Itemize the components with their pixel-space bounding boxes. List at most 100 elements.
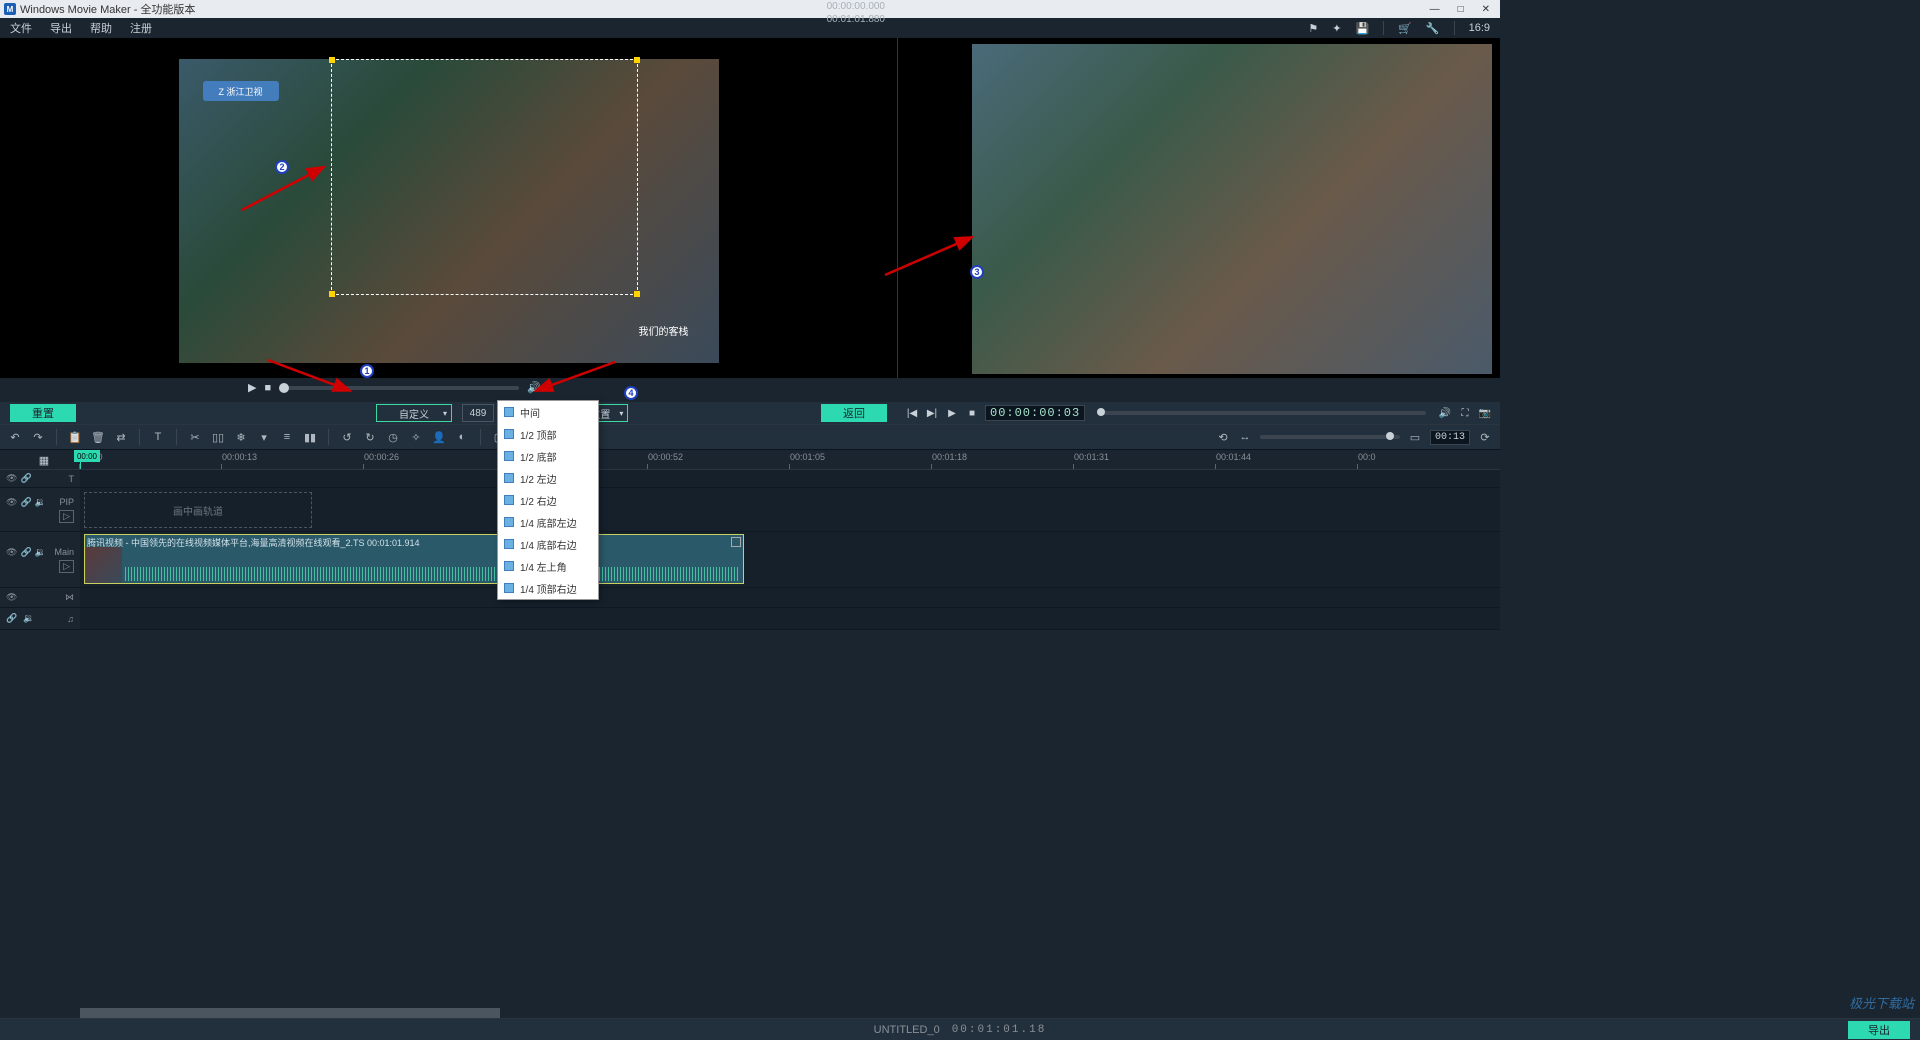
output-seek-slider[interactable] [1097,411,1426,415]
cut-icon[interactable]: ✂ [188,430,202,444]
menu-export[interactable]: 导出 [50,20,72,36]
link-icon[interactable]: 🔗 [20,547,31,558]
visibility-icon[interactable]: 👁 [6,473,17,484]
zoom-knob[interactable] [1386,432,1394,440]
menu-help[interactable]: 帮助 [90,20,112,36]
crop-rectangle[interactable] [331,59,638,295]
split-icon[interactable]: ▯▯ [211,430,225,444]
pip-play-icon[interactable]: ▷ [59,510,74,523]
menu-item-q-br[interactable]: 1/4 底部右边 [498,533,598,555]
transition-track[interactable]: 👁⋈ [0,588,1500,608]
crop-handle-tl[interactable] [329,57,335,63]
flag-icon[interactable]: ⚑ [1308,22,1318,35]
delete-icon[interactable]: 🗑 [91,430,105,444]
volume-icon[interactable]: 🔉 [23,613,34,624]
scrollbar-thumb[interactable] [80,1008,500,1018]
main-play-icon[interactable]: ▷ [59,560,74,573]
copy-icon[interactable]: 📋 [68,430,82,444]
menu-item-half-bottom[interactable]: 1/2 底部 [498,445,598,467]
zoom-slider[interactable] [1260,435,1400,439]
menu-item-half-left[interactable]: 1/2 左边 [498,467,598,489]
menu-item-half-right[interactable]: 1/2 右边 [498,489,598,511]
crop-preset-dropdown[interactable]: 自定义 [376,404,452,422]
undo-icon[interactable]: ↶ [8,430,22,444]
pip-track[interactable]: 👁🔗🔉PIP ▷ 画中画轨道 [0,488,1500,532]
refresh-icon[interactable]: ⟳ [1478,430,1492,444]
close-button[interactable]: ✕ [1482,4,1490,15]
layers-icon[interactable]: ▦ [38,450,50,470]
monitor-icon[interactable]: ▭ [1408,430,1422,444]
volume-icon[interactable]: 🔊 [1438,406,1452,420]
link-icon[interactable]: 🔗 [20,497,31,508]
crop-preview[interactable]: Z 浙江卫视 我们的客栈 00:00:00.000 00:01:01.880 [0,38,897,378]
ruler-tick: 00:01:05 [790,452,825,462]
back-button[interactable]: 返回 [821,404,887,422]
list-icon[interactable]: ≡ [280,430,294,444]
person-icon[interactable]: 👤 [432,430,446,444]
menu-item-q-tl[interactable]: 1/4 左上角 [498,555,598,577]
main-clip[interactable]: 腾讯视频 - 中国领先的在线视频媒体平台,海量高清视频在线观看_2.TS 00:… [84,534,744,584]
playhead[interactable]: 00:00 [80,450,81,470]
stop-button[interactable]: ■ [965,406,979,420]
crop-width-input[interactable] [462,404,494,422]
swap-icon[interactable]: ⇄ [114,430,128,444]
aspect-ratio-label[interactable]: 16:9 [1469,22,1490,34]
effect-icon[interactable]: ❄ [234,430,248,444]
snapshot-icon[interactable]: 📷 [1478,406,1492,420]
key-icon[interactable]: 🔧 [1426,22,1440,35]
timeline-ruler[interactable]: ▦ 00:00 00:00:13 00:00:26 00:00:39 00:00… [0,450,1500,470]
menu-register[interactable]: 注册 [130,20,152,36]
minimize-button[interactable]: — [1430,4,1440,15]
volume-icon[interactable]: 🔉 [35,547,46,558]
annotation-1: 1 [360,364,374,378]
visibility-icon[interactable]: 👁 [6,547,17,558]
menu-file[interactable]: 文件 [10,20,32,36]
crop-handle-bl[interactable] [329,291,335,297]
columns-icon[interactable]: ▮▮ [303,430,317,444]
horizontal-scrollbar[interactable] [80,1008,500,1018]
play-button[interactable]: ▶ [945,406,959,420]
rotate-right-icon[interactable]: ↻ [363,430,377,444]
menu-item-q-bl[interactable]: 1/4 底部左边 [498,511,598,533]
playhead-flag[interactable]: 00:00 [74,450,100,462]
crop-position-menu[interactable]: 中间 1/2 顶部 1/2 底部 1/2 左边 1/2 右边 1/4 底部左边 … [497,400,599,600]
link-icon[interactable]: 🔗 [6,613,17,624]
maximize-button[interactable]: □ [1458,4,1464,15]
audio-track[interactable]: 🔗🔉♫ [0,608,1500,630]
rotate-left-icon[interactable]: ↺ [340,430,354,444]
chevron-down-icon[interactable]: ▾ [257,430,271,444]
pos-icon [504,473,514,483]
visibility-icon[interactable]: 👁 [6,497,17,508]
export-button[interactable]: 导出 [1848,1021,1910,1039]
text-track[interactable]: 👁🔗T [0,470,1500,488]
pip-placeholder[interactable]: 画中画轨道 [84,492,312,528]
crop-handle-br[interactable] [634,291,640,297]
reset-button[interactable]: 重置 [10,404,76,422]
crop-handle-tr[interactable] [634,57,640,63]
cart-icon[interactable]: 🛒 [1398,22,1412,35]
menu-item-center[interactable]: 中间 [498,401,598,423]
clip-expand-icon[interactable] [731,537,741,547]
visibility-icon[interactable]: 👁 [6,592,17,603]
loop-icon[interactable]: ⟲ [1216,430,1230,444]
star-icon[interactable]: ✦ [1332,22,1341,35]
pos-icon [504,539,514,549]
fullscreen-icon[interactable]: ⛶ [1458,406,1472,420]
play-button[interactable]: ▶ [248,381,256,394]
prev-frame-button[interactable]: |◀ [905,406,919,420]
next-frame-button[interactable]: ▶| [925,406,939,420]
menu-item-half-top[interactable]: 1/2 顶部 [498,423,598,445]
annotation-arrow [880,230,980,280]
link-icon[interactable]: 🔗 [20,473,31,484]
adjust-icon[interactable]: ◐ [455,430,469,444]
timer-icon[interactable]: ◷ [386,430,400,444]
volume-icon[interactable]: 🔉 [35,497,46,508]
main-track[interactable]: 👁🔗🔉Main ▷ 腾讯视频 - 中国领先的在线视频媒体平台,海量高清视频在线观… [0,532,1500,588]
redo-icon[interactable]: ↷ [31,430,45,444]
output-seek-knob[interactable] [1097,408,1105,416]
fit-icon[interactable]: ↔ [1238,430,1252,444]
text-icon[interactable]: T [151,430,165,444]
menu-item-q-tr[interactable]: 1/4 顶部右边 [498,577,598,599]
save-icon[interactable]: 💾 [1355,22,1369,35]
star-effect-icon[interactable]: ✧ [409,430,423,444]
